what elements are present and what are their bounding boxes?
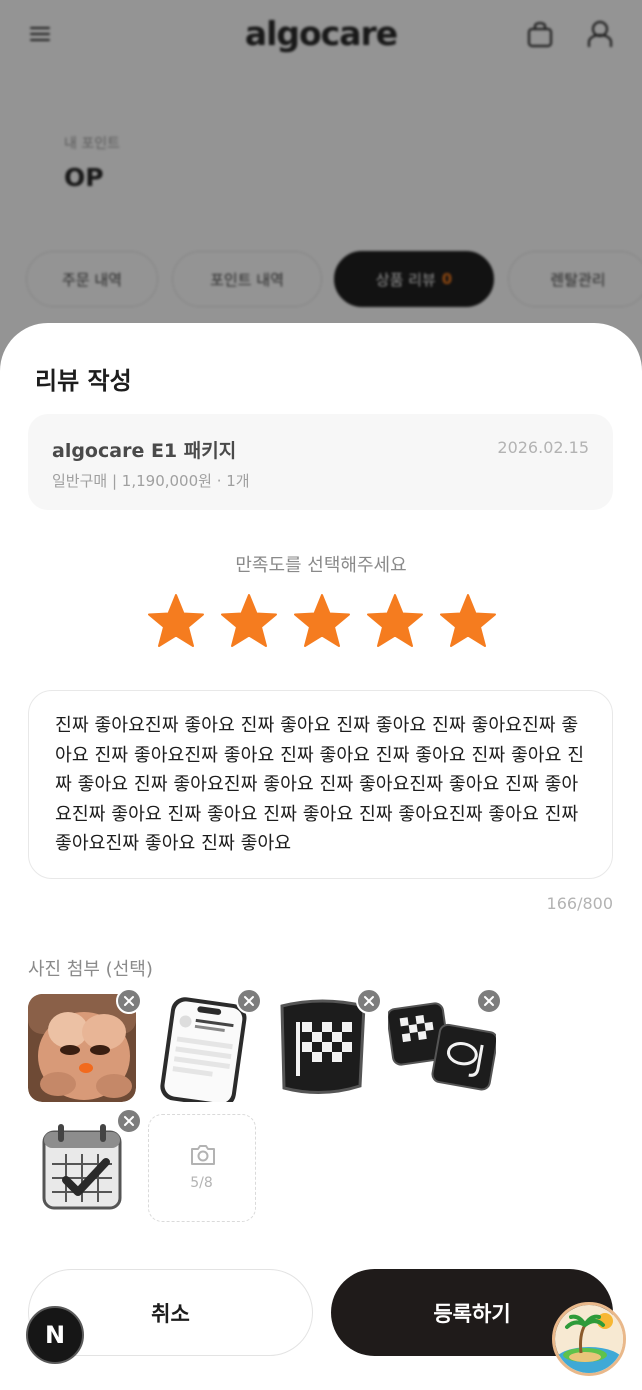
star-rating <box>146 593 498 649</box>
n-badge-button[interactable]: N <box>26 1306 84 1364</box>
remove-photo-2-button[interactable] <box>236 988 262 1014</box>
remove-photo-3-button[interactable] <box>356 988 382 1014</box>
add-photo-button[interactable]: 5/8 <box>148 1114 256 1222</box>
star-icon-5[interactable] <box>438 593 498 649</box>
attached-photo-4[interactable] <box>386 988 502 1102</box>
review-bottom-sheet: 리뷰 작성 algocare E1 패키지 2026.02.15 일반구매 | … <box>0 323 642 1390</box>
close-icon <box>484 996 494 1006</box>
remove-photo-1-button[interactable] <box>116 988 142 1014</box>
close-icon <box>124 1116 134 1126</box>
remove-photo-4-button[interactable] <box>476 988 502 1014</box>
review-textarea[interactable]: 진짜 좋아요진짜 좋아요 진짜 좋아요 진짜 좋아요 진짜 좋아요진짜 좋아요 … <box>28 690 613 879</box>
camera-icon <box>191 1145 215 1165</box>
photo-attach-label: 사진 첨부 (선택) <box>28 959 153 980</box>
rating-label: 만족도를 선택해주세요 <box>235 555 407 576</box>
photo-count: 5/8 <box>190 1175 213 1191</box>
star-icon-4[interactable] <box>365 593 425 649</box>
attached-photo-2[interactable] <box>148 988 262 1108</box>
close-icon <box>244 996 254 1006</box>
remove-photo-5-button[interactable] <box>116 1108 142 1134</box>
star-icon-1[interactable] <box>146 593 206 649</box>
review-text: 진짜 좋아요진짜 좋아요 진짜 좋아요 진짜 좋아요 진짜 좋아요진짜 좋아요 … <box>55 715 585 854</box>
char-count: 166/800 <box>546 894 613 913</box>
attached-photo-5[interactable] <box>28 1108 142 1222</box>
product-name: algocare E1 패키지 <box>52 440 237 462</box>
attached-photo-3[interactable] <box>268 988 382 1102</box>
product-date: 2026.02.15 <box>497 438 589 457</box>
product-card: algocare E1 패키지 2026.02.15 일반구매 | 1,190,… <box>28 414 613 510</box>
beach-island-icon[interactable] <box>552 1302 626 1376</box>
attached-photo-1[interactable] <box>28 988 142 1102</box>
star-icon-2[interactable] <box>219 593 279 649</box>
star-icon-3[interactable] <box>292 593 352 649</box>
product-meta: 일반구매 | 1,190,000원 · 1개 <box>52 472 250 490</box>
close-icon <box>124 996 134 1006</box>
sheet-title: 리뷰 작성 <box>35 367 132 395</box>
close-icon <box>364 996 374 1006</box>
